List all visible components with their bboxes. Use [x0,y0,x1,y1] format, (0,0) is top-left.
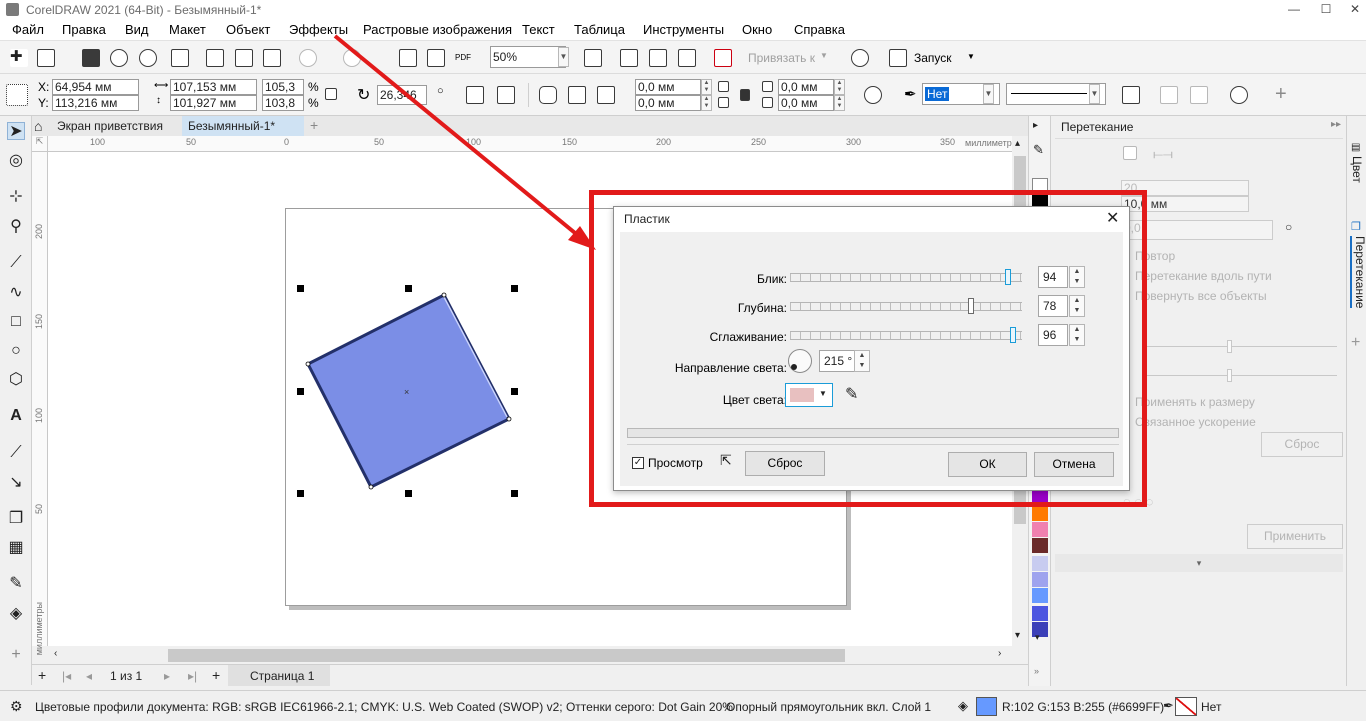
blend-tab-icon[interactable]: ❐ [1351,220,1361,233]
page-counter: 1 из 1 [110,669,143,683]
palette-swatch[interactable] [1032,538,1048,554]
tab-color[interactable]: Цвет [1350,156,1364,183]
annotation-arrow-line [333,34,588,244]
apply-to-size-option[interactable]: Применять к размеру [1135,395,1255,409]
shape-node[interactable] [368,484,374,490]
blend-steps-icon[interactable] [1123,146,1137,160]
color-accel-slider[interactable] [1147,375,1337,376]
object-info-text: Опорный прямоугольник вкл. Слой 1 [726,700,932,714]
scroll-up-icon[interactable]: ▴ [1015,138,1020,149]
palette-menu-icon[interactable]: ▸ [1033,120,1038,131]
object-accel-slider[interactable] [1147,346,1337,347]
color-profiles-text[interactable]: Цветовые профили документа: RGB: sRGB IE… [35,700,733,714]
palette-expand-icon[interactable]: » [1034,666,1039,676]
docker-divider [1055,138,1343,139]
selection-handle[interactable] [405,490,412,497]
linked-accel-option[interactable]: Связанное ускорение [1135,415,1256,429]
docker-reset-button[interactable]: Сброс [1261,432,1343,457]
center-mark: × [404,387,409,397]
palette-eyedropper-icon[interactable]: ✎ [1033,142,1044,158]
palette-swatch[interactable] [1032,588,1048,604]
add-page-icon[interactable]: + [38,667,46,683]
color-accel-thumb[interactable] [1227,369,1232,382]
palette-scroll-down-icon[interactable]: ▾ [1035,632,1040,643]
scroll-left-icon[interactable]: ‹ [54,648,57,659]
outline-none-swatch[interactable] [1175,697,1197,716]
annotation-highlight-frame [589,190,1147,507]
next-page-icon[interactable]: ▸ [164,669,170,683]
blend-spacing-icon[interactable]: ⟝⟞ [1153,147,1173,162]
palette-swatch[interactable] [1032,572,1048,588]
gear-icon[interactable]: ⚙ [10,698,23,715]
selection-handle[interactable] [511,285,518,292]
selection-handle[interactable] [297,388,304,395]
shape-node[interactable] [506,416,512,422]
shape-node[interactable] [305,361,311,367]
outline-text[interactable]: Нет [1201,700,1221,714]
scroll-down-icon[interactable]: ▾ [1015,630,1020,641]
selection-handle[interactable] [511,490,518,497]
selection-handle[interactable] [511,388,518,395]
outline-pen-icon: ✒ [1163,698,1174,713]
page-navigator: + |◂ ◂ 1 из 1 ▸ ▸| + Страница 1 [32,664,1028,686]
horizontal-scroll-thumb[interactable] [168,649,845,662]
palette-swatch[interactable] [1032,556,1048,572]
shape-node[interactable] [441,292,447,298]
palette-swatch[interactable] [1032,522,1048,538]
docker-collapse-icon[interactable]: ▸▸ [1331,119,1341,130]
docker-expand-icon[interactable]: ▾ [1055,554,1343,572]
fill-color-swatch[interactable] [976,697,997,716]
first-page-icon[interactable]: |◂ [62,669,71,683]
docker-tabs: ▤ Цвет ❐ Перетекание + [1346,116,1366,686]
rotate-all-option[interactable]: Повернуть все объекты [1135,289,1267,303]
selection-handle[interactable] [405,285,412,292]
last-page-icon[interactable]: ▸| [188,669,197,683]
fill-bucket-icon: ◈ [958,698,968,713]
color-tab-icon[interactable]: ▤ [1351,142,1360,153]
prev-page-icon[interactable]: ◂ [86,669,92,683]
object-accel-thumb[interactable] [1227,340,1232,353]
page-tab[interactable]: Страница 1 [228,665,330,686]
selection-handle[interactable] [297,285,304,292]
status-bar: ⚙ Цветовые профили документа: RGB: sRGB … [0,690,1366,721]
palette-swatch[interactable] [1032,506,1048,522]
docker-apply-button[interactable]: Применить [1247,524,1343,549]
fill-color-text[interactable]: R:102 G:153 B:255 (#6699FF) [1002,700,1164,714]
palette-swatch[interactable] [1032,606,1048,622]
add-docker-tab-icon[interactable]: + [1351,334,1360,352]
add-page-after-icon[interactable]: + [212,667,220,683]
docker-title: Перетекание [1061,120,1134,134]
selection-handle[interactable] [297,490,304,497]
tab-blend[interactable]: Перетекание [1350,236,1366,309]
blend-along-path-option[interactable]: Перетекание вдоль пути [1135,269,1272,283]
blend-angle-icon: ○ [1285,220,1293,234]
scroll-right-icon[interactable]: › [998,648,1001,659]
